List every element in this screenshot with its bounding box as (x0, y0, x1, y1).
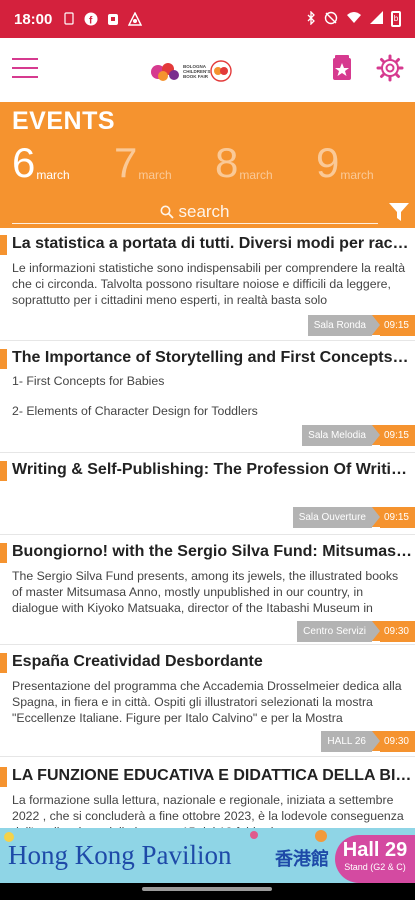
date-tab-8[interactable]: 8 march (215, 142, 273, 184)
event-description-line: 2- Elements of Character Design for Todd… (12, 404, 258, 418)
triangle-app-icon (128, 11, 143, 26)
event-accent-bar (0, 349, 7, 369)
tag-arrow (371, 731, 380, 751)
event-room: Sala Ronda (307, 315, 372, 336)
banner-chinese-title: 香港館 (275, 849, 329, 869)
banner-title: Hong Kong Pavilion (8, 840, 232, 870)
events-header: EVENTS 6 march 7 march 8 march 9 march s… (0, 102, 415, 228)
signal-icon (370, 11, 383, 27)
fair-logo: BOLOGNA CHILDREN'S BOOK FAIR (150, 56, 242, 86)
tag-arrow (371, 507, 380, 527)
event-time: 09:15 (379, 315, 415, 336)
menu-icon[interactable] (12, 58, 38, 78)
event-description: The Sergio Silva Fund presents, among it… (12, 569, 399, 615)
event-accent-bar (0, 461, 7, 481)
event-time: 09:15 (379, 425, 415, 446)
search-icon (160, 205, 175, 219)
alarm-off-icon (324, 11, 338, 28)
status-time: 18:00 (14, 10, 53, 28)
tag-arrow (371, 621, 380, 641)
date-day: 8 (215, 139, 239, 186)
banner-decoration (315, 830, 327, 842)
event-item[interactable]: Writing & Self-Publishing: The Professio… (0, 453, 415, 535)
event-time: 09:30 (379, 731, 415, 752)
date-month: march (340, 168, 374, 182)
logo-text: BOLOGNA CHILDREN'S BOOK FAIR (183, 63, 211, 79)
page-title: EVENTS (12, 107, 116, 135)
notification-app-icon (106, 12, 120, 26)
date-tab-6[interactable]: 6 march (12, 142, 70, 184)
event-title: LA FUNZIONE EDUCATIVA E DIDATTICA DELLA … (12, 767, 412, 784)
event-description-line (12, 389, 407, 404)
favorites-star-icon[interactable] (331, 54, 353, 87)
event-tag: HALL 26 09:30 (321, 731, 415, 752)
tag-arrow (371, 315, 380, 335)
event-title: The Importance of Storytelling and First… (12, 349, 409, 366)
event-description: 1- First Concepts for Babies 2- Elements… (12, 374, 407, 419)
sim-icon (62, 12, 76, 26)
date-tab-9[interactable]: 9 march (316, 142, 374, 184)
anniversary-badge-icon (210, 60, 232, 82)
event-room: Sala Melodia (302, 425, 372, 446)
date-month: march (239, 168, 273, 182)
event-title: Writing & Self-Publishing: The Professio… (12, 461, 407, 478)
event-item[interactable]: Buongiorno! with the Sergio Silva Fund: … (0, 535, 415, 645)
event-item[interactable]: España Creatividad Desbordante Presentaz… (0, 645, 415, 757)
event-time: 09:15 (379, 507, 415, 528)
event-tag: Sala Melodia 09:15 (302, 425, 415, 446)
event-room: HALL 26 (321, 731, 372, 752)
banner-hall-sub: Stand (G2 & C) (344, 862, 406, 872)
event-description: Le informazioni statistiche sono indispe… (12, 261, 406, 307)
event-accent-bar (0, 653, 7, 673)
date-day: 9 (316, 139, 340, 186)
date-month: march (138, 168, 172, 182)
event-item[interactable]: La statistica a portata di tutti. Divers… (0, 231, 415, 341)
battery-icon: b (391, 11, 401, 27)
banner-decoration (250, 831, 258, 839)
event-tag: Sala Ouverture 09:15 (292, 507, 415, 528)
event-time: 09:30 (379, 621, 415, 642)
hong-kong-pavilion-banner[interactable]: Hong Kong Pavilion 香港館 Hall 29 Stand (G2… (0, 828, 415, 883)
system-nav-bar (0, 883, 415, 900)
event-room: Sala Ouverture (292, 507, 372, 528)
event-item[interactable]: LA FUNZIONE EDUCATIVA E DIDATTICA DELLA … (0, 757, 415, 839)
event-tag: Sala Ronda 09:15 (307, 315, 415, 336)
event-title: La statistica a portata di tutti. Divers… (12, 235, 409, 252)
event-title: España Creatividad Desbordante (12, 653, 263, 670)
logo-mark-icon (151, 63, 179, 81)
app-bar: BOLOGNA CHILDREN'S BOOK FAIR (0, 38, 415, 102)
event-tag: Centro Servizi 09:30 (297, 621, 415, 642)
status-bar: 18:00 f b (0, 0, 415, 38)
event-description: Presentazione del programma che Accademi… (12, 679, 402, 725)
bluetooth-icon (306, 9, 316, 28)
home-gesture-handle[interactable] (142, 887, 272, 891)
event-accent-bar (0, 767, 7, 787)
date-month: march (36, 168, 70, 182)
date-day: 7 (114, 139, 138, 186)
event-title: Buongiorno! with the Sergio Silva Fund: … (12, 543, 412, 560)
settings-gear-icon[interactable] (376, 54, 404, 87)
event-accent-bar (0, 235, 7, 255)
event-item[interactable]: The Importance of Storytelling and First… (0, 341, 415, 453)
status-right-group: b (306, 9, 401, 28)
event-room: Centro Servizi (297, 621, 372, 642)
event-description-line: 1- First Concepts for Babies (12, 374, 165, 388)
filter-icon[interactable] (388, 202, 410, 227)
wifi-icon (346, 11, 362, 27)
event-accent-bar (0, 543, 7, 563)
tag-arrow (371, 425, 380, 445)
banner-hall-badge: Hall 29 Stand (G2 & C) (335, 835, 415, 883)
date-day: 6 (12, 139, 36, 186)
search-placeholder: search (178, 201, 230, 221)
date-tab-7[interactable]: 7 march (114, 142, 172, 184)
search-input[interactable]: search (12, 200, 378, 224)
banner-hall-title: Hall 29 (342, 839, 408, 861)
facebook-icon: f (84, 12, 98, 27)
